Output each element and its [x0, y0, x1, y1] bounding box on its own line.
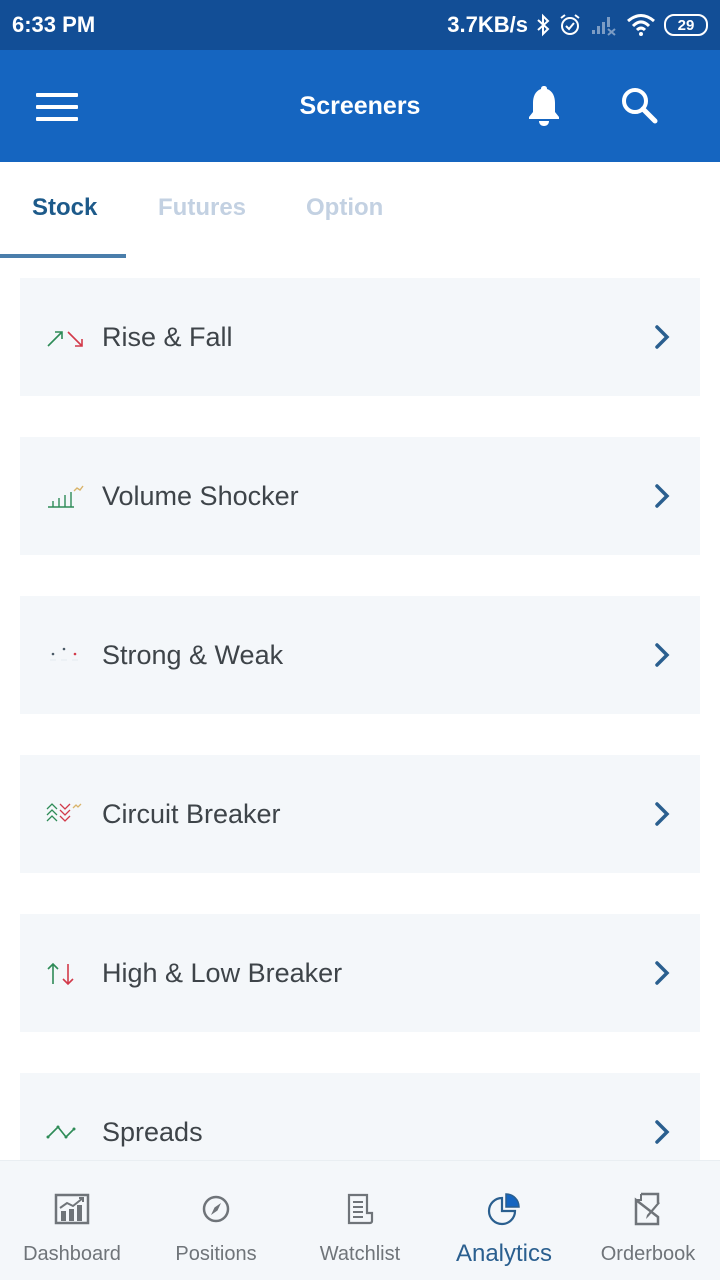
- tab-option[interactable]: Option: [306, 194, 383, 222]
- status-icons: 3.7KB/s 29: [447, 12, 708, 38]
- search-button[interactable]: [618, 84, 662, 128]
- screener-high-low-breaker[interactable]: High & Low Breaker: [20, 914, 700, 1032]
- signal-icon: [592, 17, 616, 36]
- chevron-right-icon: [655, 961, 670, 985]
- circuit-breaker-chevrons-icon: [46, 803, 82, 822]
- screener-strong-weak[interactable]: Strong & Weak: [20, 596, 700, 714]
- menu-button[interactable]: [36, 93, 78, 121]
- menu-icon: [36, 93, 78, 97]
- bluetooth-icon: [537, 13, 550, 37]
- status-time: 6:33 PM: [12, 12, 96, 37]
- edit-document-icon: [634, 1192, 660, 1226]
- rise-fall-arrows-icon: [47, 331, 83, 347]
- compass-icon: [202, 1195, 230, 1223]
- nav-analytics[interactable]: Analytics: [432, 1161, 576, 1281]
- pie-chart-icon: [487, 1193, 520, 1226]
- chevron-right-icon: [655, 1120, 670, 1144]
- volume-bars-icon: [48, 485, 84, 508]
- nav-label: Analytics: [455, 1240, 553, 1267]
- tab-stock[interactable]: Stock: [32, 194, 97, 222]
- chevron-right-icon: [655, 802, 670, 826]
- bottom-navigation: Dashboard Positions Watchlist Analytics …: [0, 1160, 720, 1280]
- tab-futures[interactable]: Futures: [158, 194, 246, 222]
- screener-label: Volume Shocker: [102, 481, 299, 511]
- screener-volume-shocker[interactable]: Volume Shocker: [20, 437, 700, 555]
- chevron-right-icon: [655, 484, 670, 508]
- screener-rise-fall[interactable]: Rise & Fall: [20, 278, 700, 396]
- nav-label: Watchlist: [319, 1243, 401, 1265]
- screener-list: Rise & Fall Volume Shocker Strong & Weak…: [20, 278, 700, 1232]
- search-icon: [622, 88, 658, 124]
- nav-watchlist[interactable]: Watchlist: [288, 1161, 432, 1281]
- wifi-icon: [627, 14, 655, 36]
- document-list-icon: [347, 1193, 374, 1225]
- nav-label: Dashboard: [23, 1243, 121, 1265]
- nav-positions[interactable]: Positions: [144, 1161, 288, 1281]
- up-down-arrows-icon: [47, 962, 74, 986]
- alarm-icon: [560, 14, 580, 35]
- screener-label: Spreads: [102, 1117, 203, 1147]
- screener-circuit-breaker[interactable]: Circuit Breaker: [20, 755, 700, 873]
- nav-label: Orderbook: [600, 1243, 696, 1265]
- screener-label: Circuit Breaker: [102, 799, 281, 829]
- battery-indicator: 29: [664, 14, 708, 36]
- chevron-right-icon: [655, 643, 670, 667]
- dashboard-chart-icon: [54, 1193, 90, 1225]
- screener-label: High & Low Breaker: [102, 958, 343, 988]
- bell-icon: [529, 86, 559, 126]
- status-bar: 6:33 PM 3.7KB/s 29: [0, 0, 720, 50]
- page-title: Screeners: [299, 92, 421, 120]
- screener-label: Rise & Fall: [102, 322, 233, 352]
- chevron-right-icon: [655, 325, 670, 349]
- active-tab-indicator: [0, 254, 126, 258]
- spreads-line-icon: [46, 1125, 76, 1139]
- app-bar: Screeners: [0, 50, 720, 162]
- network-speed: 3.7KB/s: [447, 12, 528, 37]
- nav-dashboard[interactable]: Dashboard: [0, 1161, 144, 1281]
- nav-orderbook[interactable]: Orderbook: [576, 1161, 720, 1281]
- screener-label: Strong & Weak: [102, 640, 284, 670]
- notifications-button[interactable]: [524, 84, 564, 128]
- strong-weak-icon: [50, 647, 78, 661]
- nav-label: Positions: [175, 1243, 257, 1265]
- screener-tabs: Stock Futures Option: [0, 162, 720, 258]
